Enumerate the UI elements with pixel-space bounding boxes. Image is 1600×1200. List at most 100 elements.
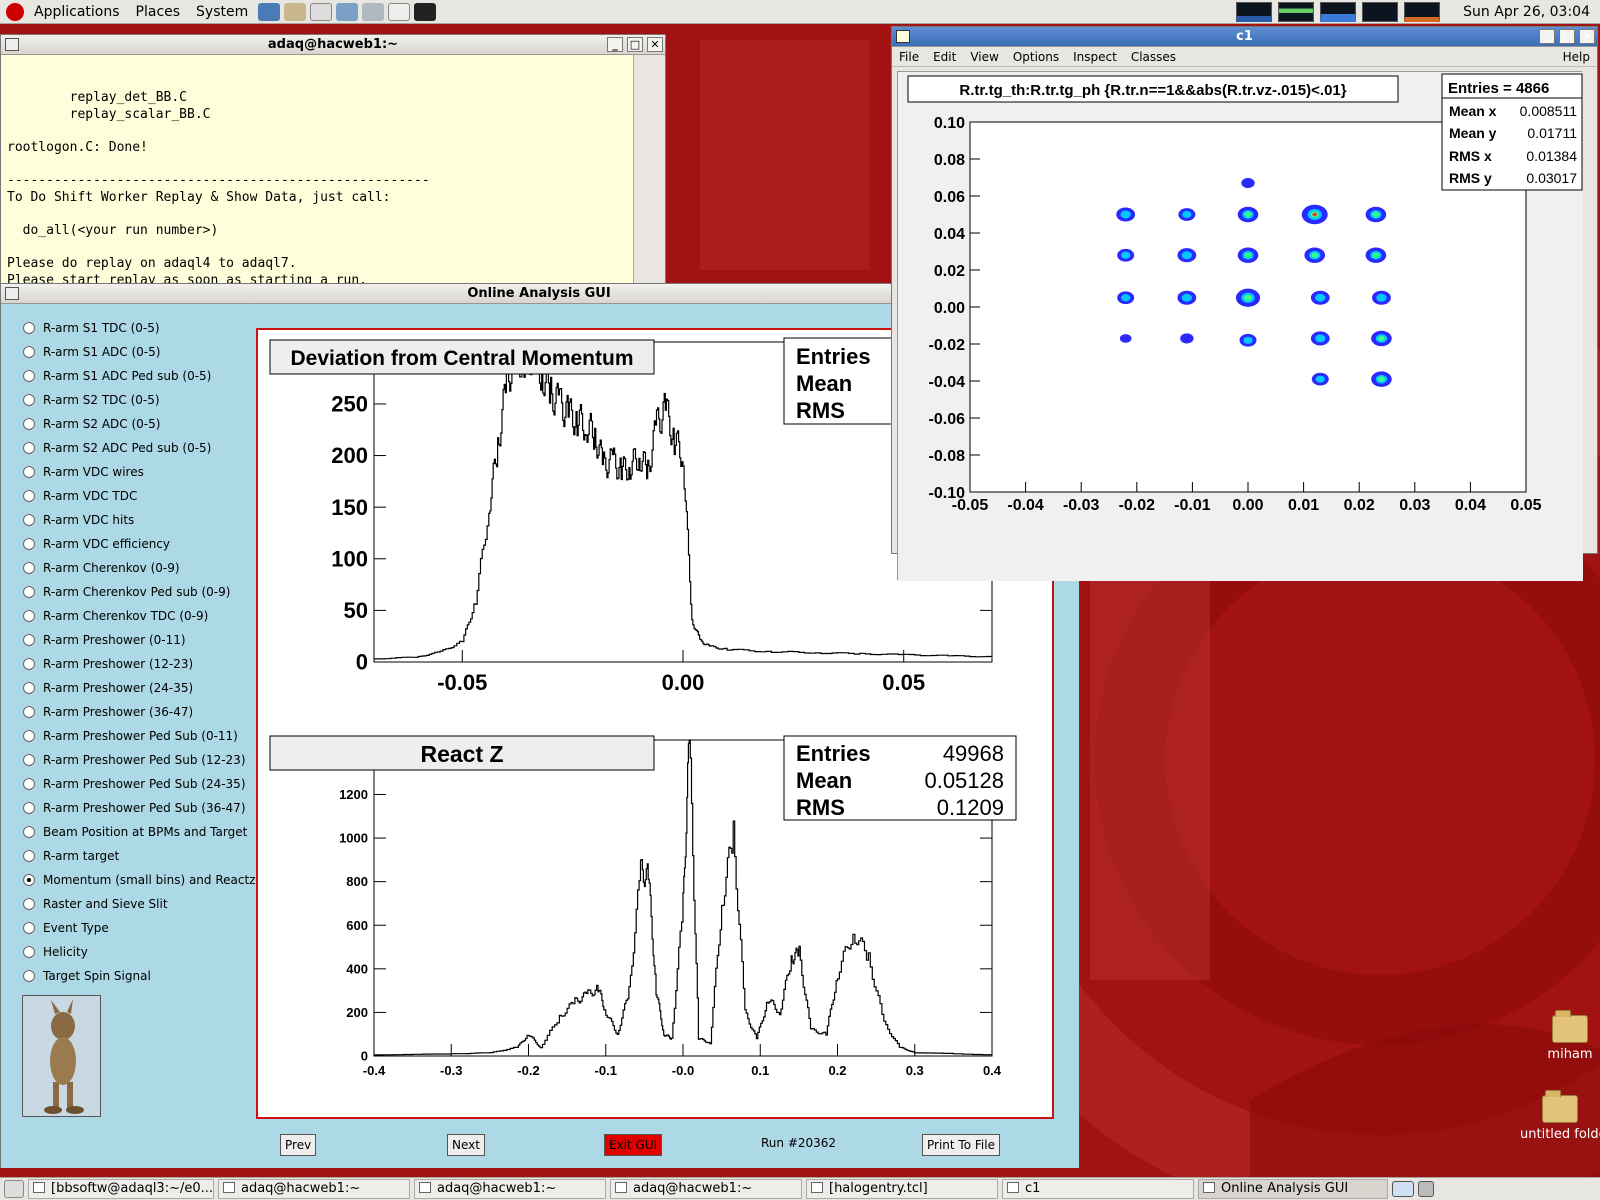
plot-option-radio[interactable]: R-arm Cherenkov (0-9) (23, 556, 255, 580)
radio-button-icon[interactable] (23, 634, 35, 646)
terminal-scrollbar[interactable] (633, 55, 649, 300)
radio-button-icon[interactable] (23, 922, 35, 934)
plot-option-radio[interactable]: R-arm S1 ADC Ped sub (0-5) (23, 364, 255, 388)
radio-button-icon[interactable] (23, 586, 35, 598)
plot-option-radio[interactable]: Event Type (23, 916, 255, 940)
plot-option-radio[interactable]: Target Spin Signal (23, 964, 255, 988)
plot-option-radio[interactable]: Raster and Sieve Slit (23, 892, 255, 916)
plot-option-radio[interactable]: R-arm S1 ADC (0-5) (23, 340, 255, 364)
radio-button-icon[interactable] (23, 514, 35, 526)
edit-launcher-icon[interactable] (388, 2, 411, 21)
c1-canvas[interactable]: -0.10 -0.08 -0.06 -0.04 -0.02 0.00 0.02 0.04 0.0… (897, 71, 1583, 581)
radio-button-icon[interactable] (23, 562, 35, 574)
radio-button-icon[interactable] (23, 490, 35, 502)
c1-menu-options[interactable]: Options (1006, 50, 1066, 64)
plot-option-radio[interactable]: R-arm S2 TDC (0-5) (23, 388, 255, 412)
plot-option-radio[interactable]: R-arm VDC TDC (23, 484, 255, 508)
plot-option-radio[interactable]: R-arm Preshower (36-47) (23, 700, 255, 724)
radio-button-icon[interactable] (23, 898, 35, 910)
presentation-launcher-icon[interactable] (336, 2, 359, 21)
radio-button-icon[interactable] (23, 802, 35, 814)
task-adaq-terminal-2[interactable]: adaq@hacweb1:~ (414, 1179, 606, 1199)
plot-option-radio[interactable]: R-arm Cherenkov Ped sub (0-9) (23, 580, 255, 604)
plot-option-radio[interactable]: R-arm Preshower (0-11) (23, 628, 255, 652)
trash-icon[interactable] (1418, 1181, 1434, 1197)
desktop-icon-miham[interactable]: miham (1530, 1010, 1600, 1062)
redhat-logo-icon[interactable] (6, 2, 24, 21)
radio-button-icon[interactable] (23, 730, 35, 742)
c1-menu-classes[interactable]: Classes (1124, 50, 1183, 64)
radio-button-icon[interactable] (23, 682, 35, 694)
c1-menu-view[interactable]: View (963, 50, 1005, 64)
c1-menu-file[interactable]: File (892, 50, 926, 64)
radio-button-icon[interactable] (23, 826, 35, 838)
minimize-icon[interactable]: _ (1539, 29, 1555, 44)
plot-option-radio[interactable]: Beam Position at BPMs and Target (23, 820, 255, 844)
radio-button-icon[interactable] (23, 946, 35, 958)
plot-option-radio[interactable]: R-arm Preshower (12-23) (23, 652, 255, 676)
plot-option-radio[interactable]: R-arm VDC wires (23, 460, 255, 484)
maximize-icon[interactable]: □ (1559, 29, 1575, 44)
clock[interactable]: Sun Apr 26, 03:04 (1443, 4, 1600, 20)
terminal-launcher-icon[interactable] (414, 2, 437, 21)
maximize-icon[interactable]: □ (627, 37, 643, 52)
radio-button-icon[interactable] (23, 322, 35, 334)
next-button[interactable]: Next (447, 1134, 485, 1156)
c1-titlebar[interactable]: c1 _ □ ✕ (892, 27, 1597, 47)
task-adaq-terminal-1[interactable]: adaq@hacweb1:~ (218, 1179, 410, 1199)
plot-option-radio[interactable]: R-arm VDC hits (23, 508, 255, 532)
radio-button-icon[interactable] (23, 706, 35, 718)
window-menu-icon[interactable] (5, 38, 19, 51)
exit-gui-button[interactable]: Exit GUI (604, 1134, 663, 1156)
plot-option-radio[interactable]: R-arm S2 ADC Ped sub (0-5) (23, 436, 255, 460)
radio-button-icon[interactable] (23, 418, 35, 430)
terminal-titlebar[interactable]: adaq@hacweb1:~ _ □ ✕ (1, 35, 665, 55)
plot-option-radio[interactable]: R-arm Preshower Ped Sub (24-35) (23, 772, 255, 796)
terminal-window[interactable]: adaq@hacweb1:~ _ □ ✕ replay_det_BB.C rep… (0, 34, 666, 300)
radio-button-icon[interactable] (23, 610, 35, 622)
root-logo-icon[interactable] (896, 30, 910, 43)
radio-button-icon[interactable] (23, 874, 35, 886)
plot-option-radio[interactable]: R-arm Preshower Ped Sub (36-47) (23, 796, 255, 820)
terminal-output[interactable]: replay_det_BB.C replay_scalar_BB.C rootl… (1, 55, 649, 300)
radio-button-icon[interactable] (23, 370, 35, 382)
task-adaq-terminal-3[interactable]: adaq@hacweb1:~ (610, 1179, 802, 1199)
c1-menu-help[interactable]: Help (1556, 50, 1597, 64)
system-menu[interactable]: System (188, 0, 256, 24)
applications-menu[interactable]: Applications (26, 0, 128, 24)
radio-button-icon[interactable] (23, 538, 35, 550)
radio-button-icon[interactable] (23, 442, 35, 454)
radio-button-icon[interactable] (23, 466, 35, 478)
plot-option-radio[interactable]: R-arm Preshower Ped Sub (12-23) (23, 748, 255, 772)
radio-button-icon[interactable] (23, 394, 35, 406)
radio-button-icon[interactable] (23, 754, 35, 766)
plot-option-radio[interactable]: R-arm Preshower (24-35) (23, 676, 255, 700)
show-desktop-icon[interactable] (4, 1180, 24, 1198)
c1-menu-edit[interactable]: Edit (926, 50, 963, 64)
close-icon[interactable]: ✕ (1579, 29, 1595, 44)
task-c1[interactable]: c1 (1002, 1179, 1194, 1199)
plot-option-radio[interactable]: R-arm S1 TDC (0-5) (23, 316, 255, 340)
places-menu[interactable]: Places (128, 0, 189, 24)
radio-button-icon[interactable] (23, 658, 35, 670)
task-bbsoftw-terminal[interactable]: [bbsoftw@adaql3:~/e0... (28, 1179, 214, 1199)
plot-option-radio[interactable]: Helicity (23, 940, 255, 964)
plot-option-radio[interactable]: R-arm VDC efficiency (23, 532, 255, 556)
print-to-file-button[interactable]: Print To File (922, 1134, 1000, 1156)
plot-option-radio[interactable]: Momentum (small bins) and Reactz (23, 868, 255, 892)
plot-option-radio[interactable]: R-arm target (23, 844, 255, 868)
browser-launcher-icon[interactable] (258, 2, 281, 21)
task-online-analysis-gui[interactable]: Online Analysis GUI (1198, 1179, 1388, 1199)
window-menu-icon[interactable] (5, 287, 19, 300)
plot-option-radio[interactable]: R-arm Preshower Ped Sub (0-11) (23, 724, 255, 748)
plot-option-radio[interactable]: R-arm S2 ADC (0-5) (23, 412, 255, 436)
c1-menu-inspect[interactable]: Inspect (1066, 50, 1124, 64)
network-launcher-icon[interactable] (362, 2, 385, 21)
prev-button[interactable]: Prev (280, 1134, 317, 1156)
radio-button-icon[interactable] (23, 850, 35, 862)
notes-launcher-icon[interactable] (310, 2, 333, 21)
mail-launcher-icon[interactable] (284, 2, 307, 21)
radio-button-icon[interactable] (23, 778, 35, 790)
task-halogentry[interactable]: [halogentry.tcl] (806, 1179, 998, 1199)
radio-button-icon[interactable] (23, 346, 35, 358)
